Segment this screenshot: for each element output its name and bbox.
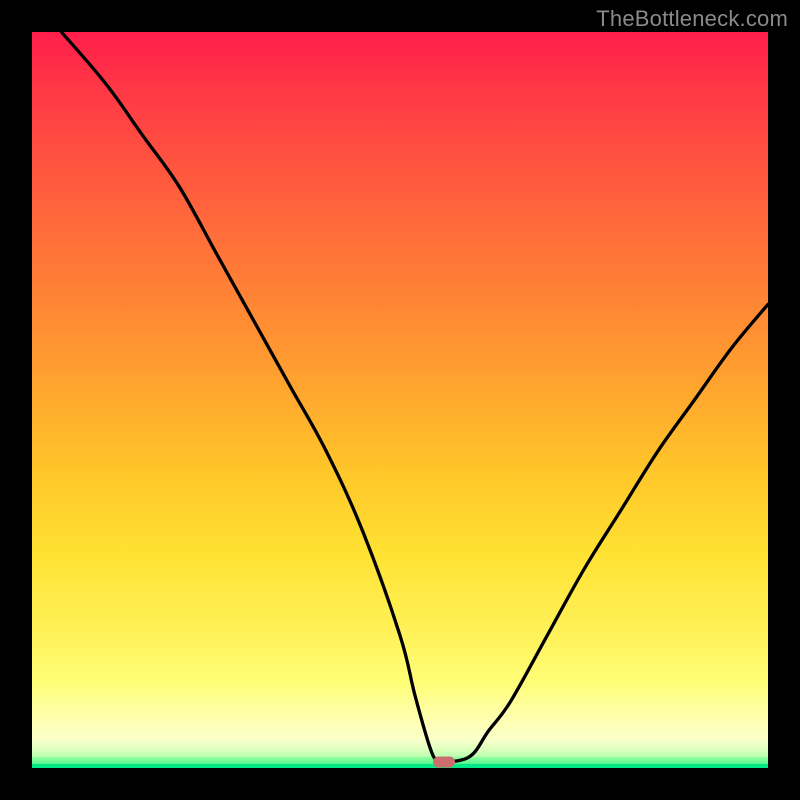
bottleneck-curve [61,32,768,762]
curve-svg [32,32,768,768]
plot-area [32,32,768,768]
chart-frame: TheBottleneck.com [0,0,800,800]
watermark-text: TheBottleneck.com [596,6,788,32]
minimum-marker [433,757,455,768]
